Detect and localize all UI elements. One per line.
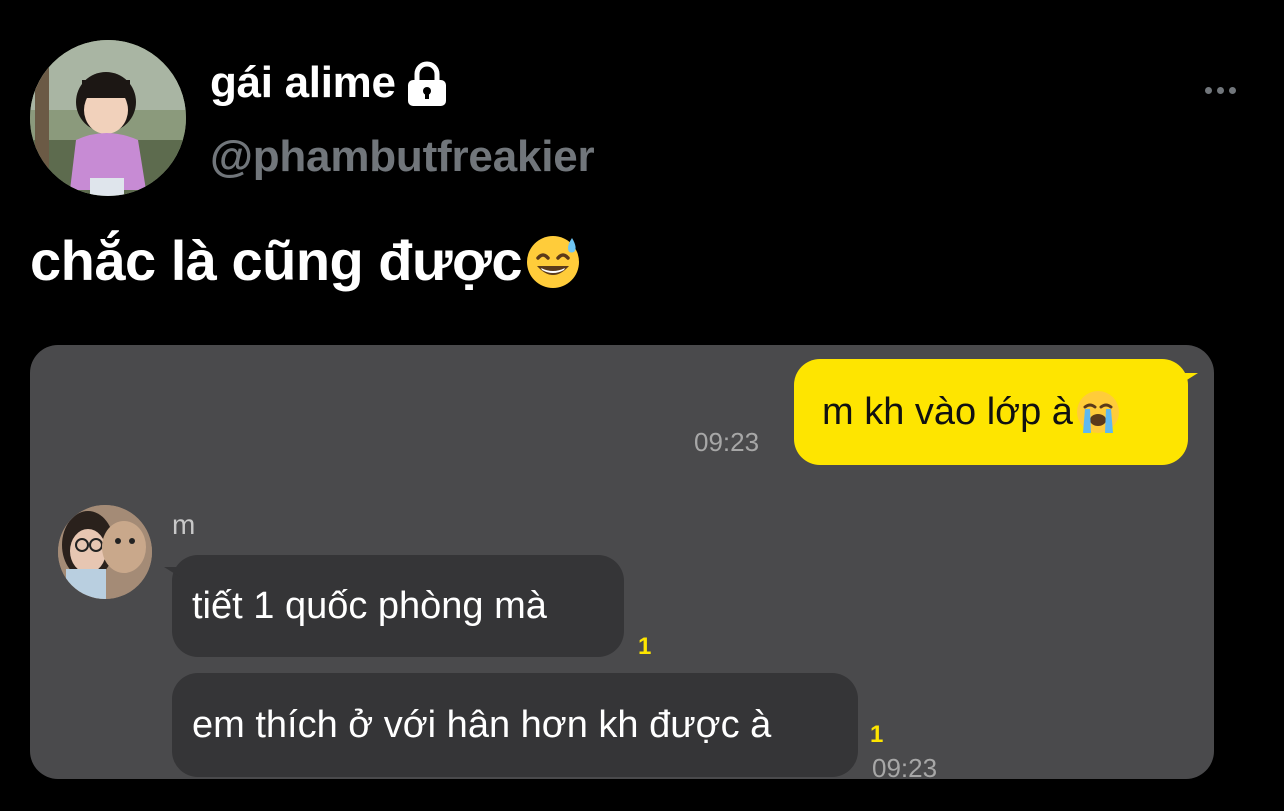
- unread-count: 1: [638, 633, 652, 660]
- more-dot: [1216, 86, 1224, 94]
- tweet-text: chắc là cũng được: [30, 228, 582, 293]
- more-dot: [1228, 86, 1236, 94]
- chat-screenshot-image[interactable]: 09:23 m kh vào lớp à m tiết 1 quốc phòng…: [30, 345, 1214, 779]
- incoming-message-text: tiết 1 quốc phòng mà: [192, 584, 547, 627]
- bubble-tail: [1182, 373, 1198, 383]
- more-horizontal-icon: [1204, 86, 1212, 94]
- incoming-message-bubble: tiết 1 quốc phòng mà: [164, 555, 624, 657]
- outgoing-message-bubble: m kh vào lớp à: [794, 359, 1198, 465]
- message-time: 09:23: [694, 427, 760, 457]
- message-time: 09:23: [872, 753, 938, 779]
- lock-icon: [407, 61, 446, 106]
- tweet-text-content: chắc là cũng được: [30, 229, 523, 292]
- tweet-page: gái alime @phambutfreakier chắc là cũng …: [0, 0, 1284, 811]
- more-options-button[interactable]: [1196, 78, 1244, 102]
- sender-name: m: [172, 509, 196, 540]
- sweat-smile-emoji-icon: [527, 235, 579, 288]
- bubble-tail: [164, 567, 180, 577]
- incoming-message-text: em thích ở với hân hơn kh được à: [192, 703, 772, 746]
- outgoing-message: m kh vào lớp à: [822, 389, 1121, 435]
- display-name-row[interactable]: gái alime: [210, 58, 448, 108]
- user-handle[interactable]: @phambutfreakier: [210, 132, 595, 182]
- sender-avatar[interactable]: [58, 505, 152, 599]
- profile-avatar[interactable]: [30, 40, 186, 196]
- incoming-message-bubble: em thích ở với hân hơn kh được à: [172, 673, 858, 777]
- outgoing-message-text: m kh vào lớp à: [822, 390, 1073, 433]
- unread-count: 1: [870, 721, 884, 748]
- display-name[interactable]: gái alime: [210, 58, 396, 108]
- loudly-crying-emoji-icon: [1076, 391, 1119, 433]
